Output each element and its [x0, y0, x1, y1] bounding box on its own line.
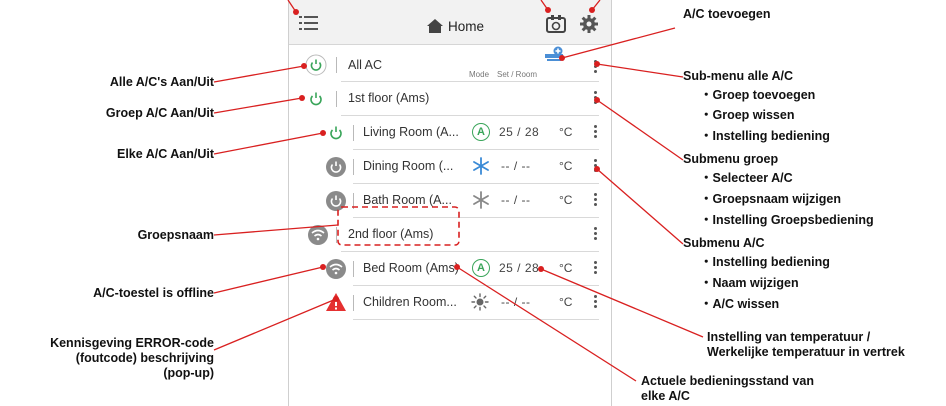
label-error-2: (foutcode) beschrijving [75, 351, 214, 365]
label-group-name: Groepsnaam [137, 228, 214, 242]
submenu-ac-item: ・Naam wijzigen [700, 276, 799, 290]
label-all-onoff: Alle A/C's Aan/Uit [109, 75, 214, 89]
submenu-group-item: ・Instelling Groepsbediening [700, 213, 874, 227]
submenu-ac-item: ・A/C wissen [700, 297, 780, 311]
label-submenu-ac: Submenu A/C [683, 236, 765, 250]
label-offline: A/C-toestel is offline [93, 286, 214, 300]
label-error-3: (pop-up) [163, 366, 214, 380]
label-mode-1: Actuele bedieningsstand van [641, 374, 814, 388]
submenu-ac-item: ・Instelling bediening [700, 255, 830, 269]
label-add-ac: A/C toevoegen [683, 7, 771, 21]
label-mode-2: elke A/C [641, 389, 690, 403]
submenu-all-item: ・Groep toevoegen [700, 88, 816, 102]
submenu-all-item: ・Groep wissen [700, 108, 795, 122]
submenu-group-item: ・Selecteer A/C [700, 171, 793, 185]
submenu-group-item: ・Groepsnaam wijzigen [700, 192, 842, 206]
label-error-1: Kennisgeving ERROR-code [50, 336, 214, 350]
label-group-onoff: Groep A/C Aan/Uit [105, 106, 214, 120]
label-temperature-2: Werkelijke temperatuur in vertrek [707, 345, 905, 359]
label-submenu-all: Sub-menu alle A/C [683, 69, 793, 83]
label-each-onoff: Elke A/C Aan/Uit [116, 147, 214, 161]
submenu-all-item: ・Instelling bediening [700, 129, 830, 143]
label-temperature-1: Instelling van temperatuur / [707, 330, 871, 344]
label-submenu-group: Submenu groep [683, 152, 779, 166]
